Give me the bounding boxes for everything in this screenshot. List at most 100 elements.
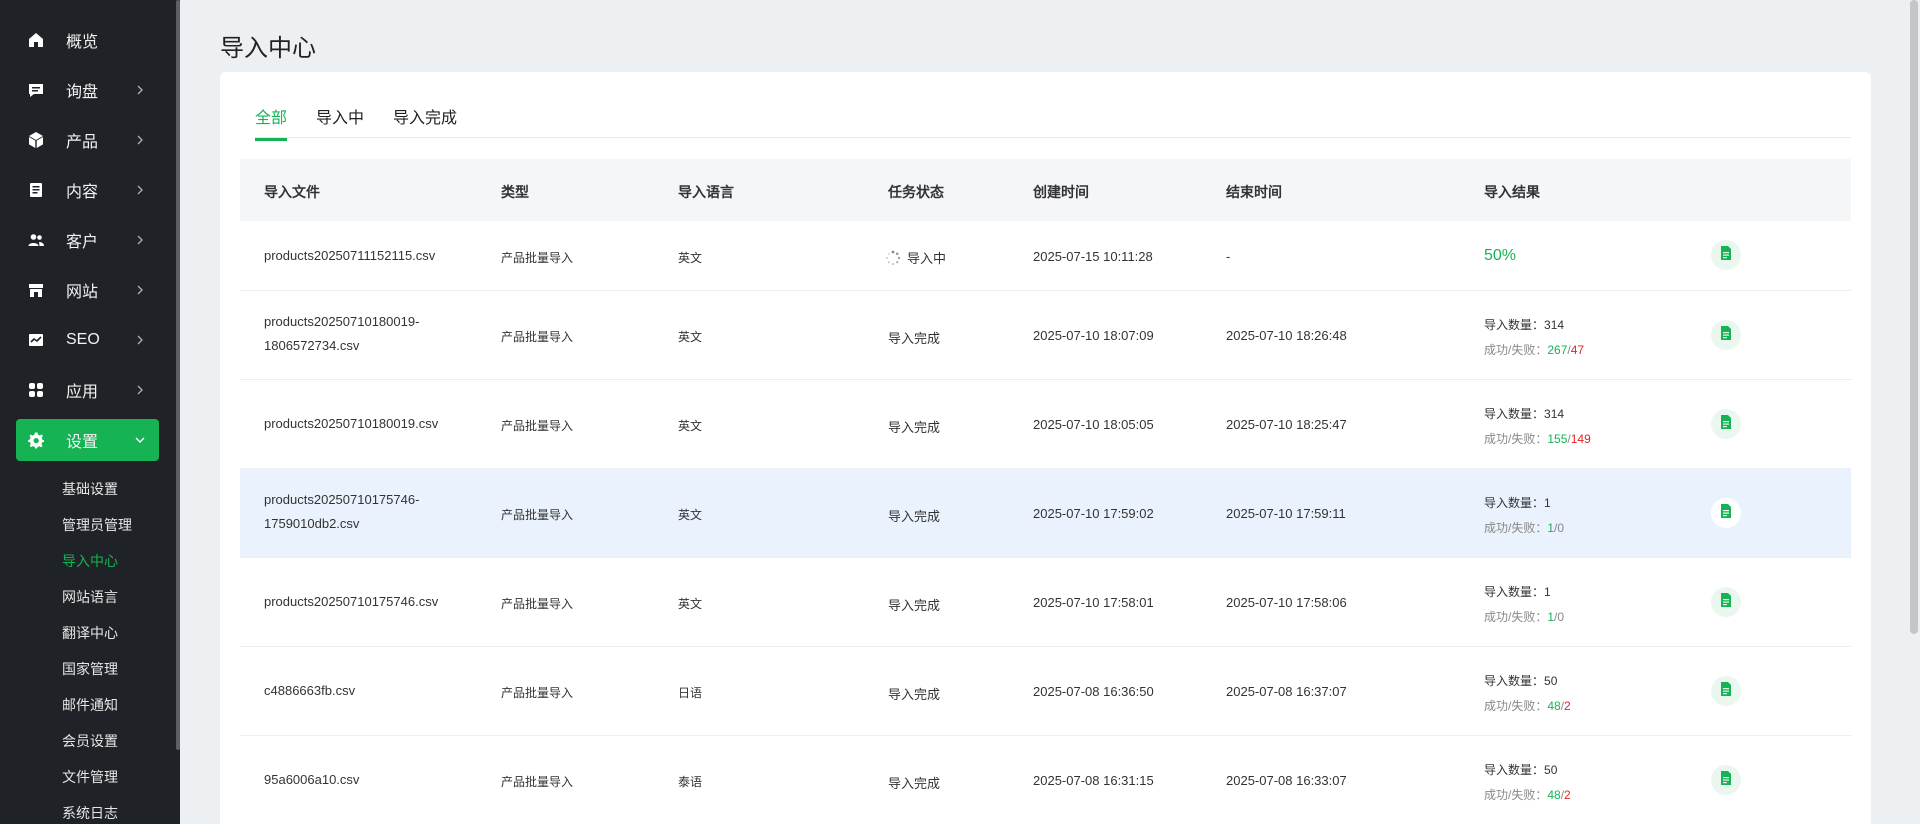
store-icon bbox=[26, 280, 46, 300]
chevron-right-icon bbox=[131, 131, 149, 149]
box-icon bbox=[26, 130, 46, 150]
table-row[interactable]: products20250710180019-1806572734.csv 产品… bbox=[240, 291, 1851, 380]
sidebar-item-label: 网站 bbox=[66, 284, 99, 301]
fail-count: 2 bbox=[1564, 699, 1571, 713]
import-table: 导入文件 类型 导入语言 任务状态 创建时间 结束时间 导入结果 product… bbox=[240, 159, 1851, 824]
created-time: 2025-07-08 16:31:15 bbox=[1033, 773, 1154, 788]
import-type: 产品批量导入 bbox=[501, 597, 574, 611]
ended-time: 2025-07-10 17:59:11 bbox=[1226, 506, 1346, 521]
loading-spinner-icon bbox=[885, 250, 901, 266]
file-name: products20250710180019.csv bbox=[264, 416, 439, 431]
sidebar-item-website[interactable]: 网站 bbox=[16, 269, 159, 311]
file-name: products20250711152115.csv bbox=[264, 248, 436, 263]
fail-count: 0 bbox=[1557, 610, 1565, 624]
task-status: 导入完成 bbox=[888, 420, 941, 435]
success-count: 1 bbox=[1547, 610, 1555, 624]
table-row[interactable]: products20250710175746-1759010db2.csv 产品… bbox=[240, 469, 1851, 558]
submenu-item-member-settings[interactable]: 会员设置 bbox=[62, 731, 118, 751]
ended-time: 2025-07-10 18:25:47 bbox=[1226, 417, 1347, 432]
task-status-label: 导入中 bbox=[907, 251, 947, 266]
import-type: 产品批量导入 bbox=[501, 330, 574, 344]
column-header-result: 导入结果 bbox=[1484, 184, 1540, 200]
view-log-button[interactable] bbox=[1711, 409, 1741, 439]
fail-count: 2 bbox=[1564, 788, 1571, 802]
created-time: 2025-07-08 16:36:50 bbox=[1033, 684, 1154, 699]
file-document-icon bbox=[1719, 770, 1733, 791]
import-language: 英文 bbox=[678, 419, 703, 433]
count-label: 导入数量： bbox=[1484, 585, 1545, 599]
sidebar-item-products[interactable]: 产品 bbox=[16, 119, 159, 161]
task-status: 导入完成 bbox=[888, 331, 941, 346]
tab-completed[interactable]: 导入完成 bbox=[393, 104, 457, 138]
file-name: products20250710175746.csv bbox=[264, 594, 439, 609]
apps-icon bbox=[26, 380, 46, 400]
file-document-icon bbox=[1719, 503, 1733, 524]
column-header-type: 类型 bbox=[501, 184, 529, 200]
import-type: 产品批量导入 bbox=[501, 251, 574, 265]
chevron-right-icon bbox=[131, 381, 149, 399]
sidebar-item-label: 应用 bbox=[66, 384, 99, 401]
page-scrollbar[interactable] bbox=[1910, 0, 1918, 634]
count-label: 导入数量： bbox=[1484, 763, 1545, 777]
table-row[interactable]: products20250711152115.csv 产品批量导入 英文 导入中… bbox=[240, 221, 1851, 291]
table-row[interactable]: products20250710180019.csv 产品批量导入 英文 导入完… bbox=[240, 380, 1851, 469]
chevron-right-icon bbox=[131, 181, 149, 199]
sidebar-item-settings[interactable]: 设置 bbox=[16, 419, 159, 461]
table-row[interactable]: 95a6006a10.csv 产品批量导入 泰语 导入完成 2025-07-08… bbox=[240, 736, 1851, 824]
sidebar-item-seo[interactable]: SEO bbox=[16, 319, 159, 361]
ratio-label: 成功/失败： bbox=[1484, 610, 1548, 624]
view-log-button[interactable] bbox=[1711, 676, 1741, 706]
column-header-language: 导入语言 bbox=[678, 184, 734, 200]
submenu-item-basic-settings[interactable]: 基础设置 bbox=[62, 479, 118, 499]
import-language: 英文 bbox=[678, 597, 703, 611]
sidebar-item-inquiry[interactable]: 询盘 bbox=[16, 69, 159, 111]
page-title: 导入中心 bbox=[220, 35, 316, 62]
created-time: 2025-07-10 17:58:01 bbox=[1033, 595, 1154, 610]
success-count: 267 bbox=[1547, 343, 1568, 357]
fail-count: 0 bbox=[1557, 521, 1565, 535]
tab-all[interactable]: 全部 bbox=[255, 104, 288, 141]
import-count: 314 bbox=[1544, 318, 1565, 332]
table-row[interactable]: c4886663fb.csv 产品批量导入 日语 导入完成 2025-07-08… bbox=[240, 647, 1851, 736]
task-status: 导入完成 bbox=[888, 598, 941, 613]
import-count: 50 bbox=[1544, 674, 1558, 688]
tab-importing[interactable]: 导入中 bbox=[316, 104, 364, 138]
file-name: c4886663fb.csv bbox=[264, 683, 356, 698]
view-log-button[interactable] bbox=[1711, 587, 1741, 617]
task-status: 导入完成 bbox=[888, 776, 941, 791]
submenu-item-file-management[interactable]: 文件管理 bbox=[62, 767, 118, 787]
view-log-button[interactable] bbox=[1711, 765, 1741, 795]
import-count: 1 bbox=[1544, 496, 1551, 510]
import-count: 314 bbox=[1544, 407, 1565, 421]
file-document-icon bbox=[1719, 245, 1733, 266]
submenu-item-import-center[interactable]: 导入中心 bbox=[62, 551, 118, 571]
submenu-item-admin-management[interactable]: 管理员管理 bbox=[62, 515, 132, 535]
sidebar-item-overview[interactable]: 概览 bbox=[16, 19, 159, 61]
submenu-item-translation-center[interactable]: 翻译中心 bbox=[62, 623, 118, 643]
created-time: 2025-07-10 18:07:09 bbox=[1033, 328, 1154, 343]
import-language: 英文 bbox=[678, 251, 703, 265]
submenu-item-system-log[interactable]: 系统日志 bbox=[62, 803, 118, 823]
view-log-button[interactable] bbox=[1711, 498, 1741, 528]
task-status: 导入完成 bbox=[888, 687, 941, 702]
file-name: products20250710180019-1806572734.csv bbox=[264, 314, 420, 353]
table-row[interactable]: products20250710175746.csv 产品批量导入 英文 导入完… bbox=[240, 558, 1851, 647]
sidebar-item-label: 客户 bbox=[66, 234, 99, 251]
view-log-button[interactable] bbox=[1711, 320, 1741, 350]
sidebar-scrollbar[interactable] bbox=[176, 0, 180, 750]
chevron-right-icon bbox=[131, 231, 149, 249]
chevron-right-icon bbox=[131, 331, 149, 349]
import-count: 1 bbox=[1544, 585, 1551, 599]
task-status: 导入中 bbox=[885, 248, 946, 267]
submenu-item-email-notification[interactable]: 邮件通知 bbox=[62, 695, 118, 715]
submenu-item-site-language[interactable]: 网站语言 bbox=[62, 587, 118, 607]
ended-time: - bbox=[1226, 249, 1231, 264]
count-label: 导入数量： bbox=[1484, 318, 1545, 332]
sidebar: 概览 询盘 产品 内容 客户 网站 SEO 应用 设置 基础设置 管理员管理 导… bbox=[0, 0, 180, 824]
view-log-button[interactable] bbox=[1711, 240, 1741, 270]
sidebar-item-content[interactable]: 内容 bbox=[16, 169, 159, 211]
sidebar-item-customers[interactable]: 客户 bbox=[16, 219, 159, 261]
ratio-label: 成功/失败： bbox=[1484, 521, 1548, 535]
submenu-item-country-management[interactable]: 国家管理 bbox=[62, 659, 118, 679]
sidebar-item-apps[interactable]: 应用 bbox=[16, 369, 159, 411]
